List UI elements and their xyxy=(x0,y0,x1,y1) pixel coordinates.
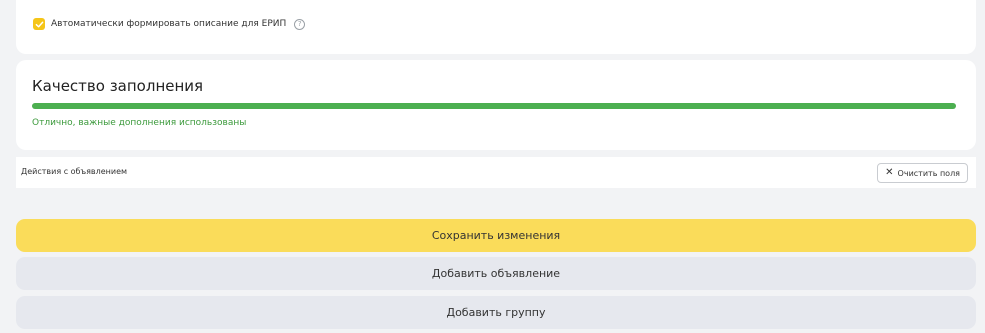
add-ad-button[interactable]: Добавить объявление xyxy=(16,257,976,290)
save-changes-label: Сохранить изменения xyxy=(431,229,561,242)
auto-description-checkbox[interactable] xyxy=(33,18,45,30)
actions-label: Действия с объявлением xyxy=(21,167,128,176)
clear-fields-button[interactable]: ✕ Очистить поля xyxy=(877,163,968,183)
question-circle-icon[interactable]: ? xyxy=(294,18,306,30)
quality-title: Качество заполнения xyxy=(32,77,204,95)
quality-progress-fill xyxy=(32,103,956,109)
auto-description-card: Автоматически формировать описание для Е… xyxy=(16,0,976,54)
checkmark-icon xyxy=(35,21,43,27)
save-changes-button[interactable]: Сохранить изменения xyxy=(16,219,976,252)
actions-bar: Действия с объявлением ✕ Очистить поля xyxy=(16,157,976,188)
add-group-label: Добавить группу xyxy=(446,306,546,319)
quality-status: Отлично, важные дополнения использованы xyxy=(32,118,247,128)
quality-progress-bar xyxy=(32,103,956,109)
clear-fields-label: Очистить поля xyxy=(897,168,960,178)
close-icon: ✕ xyxy=(885,167,894,178)
add-group-button[interactable]: Добавить группу xyxy=(16,296,976,329)
quality-card: Качество заполнения Отлично, важные допо… xyxy=(16,60,976,150)
auto-description-row[interactable]: Автоматически формировать описание для Е… xyxy=(33,18,306,30)
add-ad-label: Добавить объявление xyxy=(431,267,561,280)
auto-description-label: Автоматически формировать описание для Е… xyxy=(51,19,287,29)
